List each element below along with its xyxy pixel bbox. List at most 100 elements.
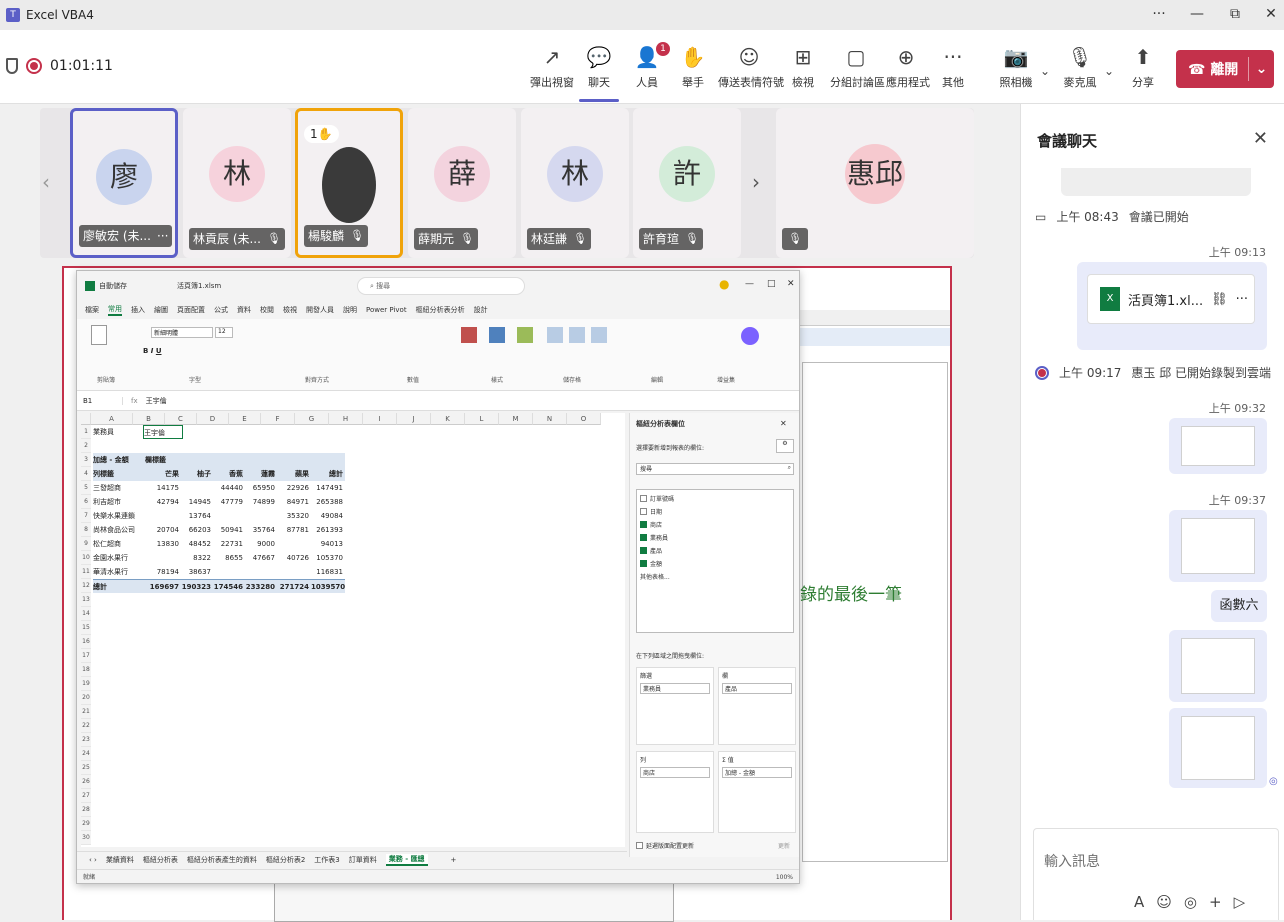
row-header[interactable]: 14: [81, 607, 91, 621]
pivot-cell[interactable]: 22926: [277, 481, 311, 495]
row-header[interactable]: 26: [81, 775, 91, 789]
column-header[interactable]: G: [295, 413, 329, 425]
pivot-cell[interactable]: [277, 565, 311, 579]
tab-developer[interactable]: 開發人員: [306, 305, 334, 315]
column-header[interactable]: E: [229, 413, 261, 425]
share-button[interactable]: ⬆ 分享: [1126, 44, 1160, 94]
formula-input[interactable]: 王宇倫: [146, 396, 167, 406]
row-header[interactable]: 9: [81, 537, 91, 551]
row-header[interactable]: 21: [81, 705, 91, 719]
code-screenshot[interactable]: [1181, 638, 1255, 694]
pivot-cell[interactable]: [181, 481, 213, 495]
loop-icon[interactable]: ◎: [1184, 893, 1197, 911]
pivot-cell[interactable]: 8322: [181, 551, 213, 565]
column-header[interactable]: B: [133, 413, 165, 425]
more-icon[interactable]: ···: [157, 225, 168, 247]
emoji-icon[interactable]: ☺: [1156, 893, 1172, 911]
close-button[interactable]: ✕: [787, 279, 795, 289]
pivot-cell[interactable]: 66203: [181, 523, 213, 537]
pivot-col-header[interactable]: 列標籤: [93, 467, 145, 481]
code-screenshot[interactable]: [1181, 716, 1255, 780]
column-area[interactable]: 欄 產品: [718, 667, 796, 745]
pivot-value-header[interactable]: 加總 - 金額: [93, 453, 145, 467]
pivot-col-header[interactable]: 柚子: [181, 467, 213, 481]
more-tables-link[interactable]: 其他表格...: [640, 570, 790, 583]
view-button[interactable]: ⊞ 檢視: [786, 44, 820, 94]
zoom-level[interactable]: 100%: [776, 870, 793, 883]
pivot-total-cell[interactable]: 233280: [245, 579, 277, 593]
restore-button[interactable]: ⧉: [1216, 0, 1254, 30]
sheet-tab[interactable]: 工作表3: [314, 855, 339, 865]
add-sheet-icon[interactable]: +: [451, 856, 457, 864]
pivot-cell[interactable]: 78194: [145, 565, 181, 579]
close-icon[interactable]: ✕: [1253, 128, 1268, 149]
pivot-cell[interactable]: [277, 537, 311, 551]
column-header[interactable]: N: [533, 413, 567, 425]
format-icon[interactable]: A: [1134, 893, 1144, 911]
pivot-cell[interactable]: 8655: [213, 551, 245, 565]
column-header[interactable]: M: [499, 413, 533, 425]
pivot-cell[interactable]: 147491: [311, 481, 345, 495]
camera-options-chevron[interactable]: ⌄: [1036, 58, 1054, 108]
pivot-col-header[interactable]: 蘋果: [277, 467, 311, 481]
name-box[interactable]: B1: [77, 396, 123, 405]
pivot-cell[interactable]: 265388: [311, 495, 345, 509]
pivot-cell[interactable]: 47667: [245, 551, 277, 565]
filter-label-cell[interactable]: 業務員: [93, 425, 143, 439]
bold-button[interactable]: B I U: [143, 347, 162, 355]
sheet-tab[interactable]: 樞紐分析表: [143, 855, 178, 865]
chat-button[interactable]: 💬 聊天: [579, 44, 619, 102]
update-button[interactable]: 更新: [778, 841, 790, 850]
autosave-label[interactable]: 自動儲存: [99, 281, 127, 291]
values-area-item[interactable]: 加總 - 金額: [722, 767, 792, 778]
field-item[interactable]: 訂單號碼: [640, 492, 790, 505]
tab-file[interactable]: 檔案: [85, 305, 99, 315]
pivot-total-cell[interactable]: 1039570: [311, 579, 345, 593]
pivot-cell[interactable]: 金園水果行: [93, 551, 145, 565]
field-checkbox[interactable]: [640, 534, 647, 541]
field-item[interactable]: 商店: [640, 518, 790, 531]
format-table-icon[interactable]: [489, 327, 505, 343]
tab-insert[interactable]: 插入: [131, 305, 145, 315]
strip-next-button[interactable]: ›: [752, 170, 760, 194]
tab-data[interactable]: 資料: [237, 305, 251, 315]
pivot-cell[interactable]: [145, 551, 181, 565]
tab-design[interactable]: 設計: [474, 305, 488, 315]
breakout-rooms-button[interactable]: ▢ 分組討論區: [830, 44, 885, 94]
tab-pivot-analyze[interactable]: 樞紐分析表分析: [416, 305, 465, 315]
tab-view[interactable]: 檢視: [283, 305, 297, 315]
leave-button[interactable]: ☎ 離開 ⌄: [1176, 50, 1274, 88]
conditional-format-icon[interactable]: [461, 327, 477, 343]
mic-options-chevron[interactable]: ⌄: [1100, 58, 1118, 108]
pivot-cell[interactable]: 105370: [311, 551, 345, 565]
row-header[interactable]: 2: [81, 439, 91, 453]
pivot-cell[interactable]: 38637: [181, 565, 213, 579]
pivot-cell[interactable]: [213, 565, 245, 579]
pivot-cell[interactable]: 14945: [181, 495, 213, 509]
row-header[interactable]: 20: [81, 691, 91, 705]
column-header[interactable]: F: [261, 413, 295, 425]
sheet-tab-active[interactable]: 業務 - 匯總: [385, 853, 428, 866]
column-header[interactable]: L: [465, 413, 499, 425]
row-header[interactable]: 3: [81, 453, 91, 467]
pivot-cell[interactable]: 116831: [311, 565, 345, 579]
pivot-total-cell[interactable]: 總計: [93, 579, 145, 593]
pivot-cell[interactable]: 261393: [311, 523, 345, 537]
close-window-button[interactable]: ✕: [1252, 0, 1284, 30]
image-message[interactable]: [1169, 418, 1267, 474]
column-header[interactable]: C: [165, 413, 197, 425]
column-header[interactable]: H: [329, 413, 363, 425]
pivot-cell[interactable]: 48452: [181, 537, 213, 551]
row-header[interactable]: 22: [81, 719, 91, 733]
pivot-cell[interactable]: [245, 565, 277, 579]
row-header[interactable]: 8: [81, 523, 91, 537]
pivot-cell[interactable]: 20704: [145, 523, 181, 537]
field-checkbox[interactable]: [640, 547, 647, 554]
image-message[interactable]: [1169, 510, 1267, 582]
row-header[interactable]: 24: [81, 747, 91, 761]
font-size-select[interactable]: 12: [215, 327, 233, 338]
send-icon[interactable]: ▷: [1234, 893, 1246, 911]
sheet-prev-icon[interactable]: ‹ ›: [89, 856, 97, 864]
excel-search[interactable]: ⌕ 搜尋: [357, 277, 525, 295]
pivot-cell[interactable]: 華清水果行: [93, 565, 145, 579]
